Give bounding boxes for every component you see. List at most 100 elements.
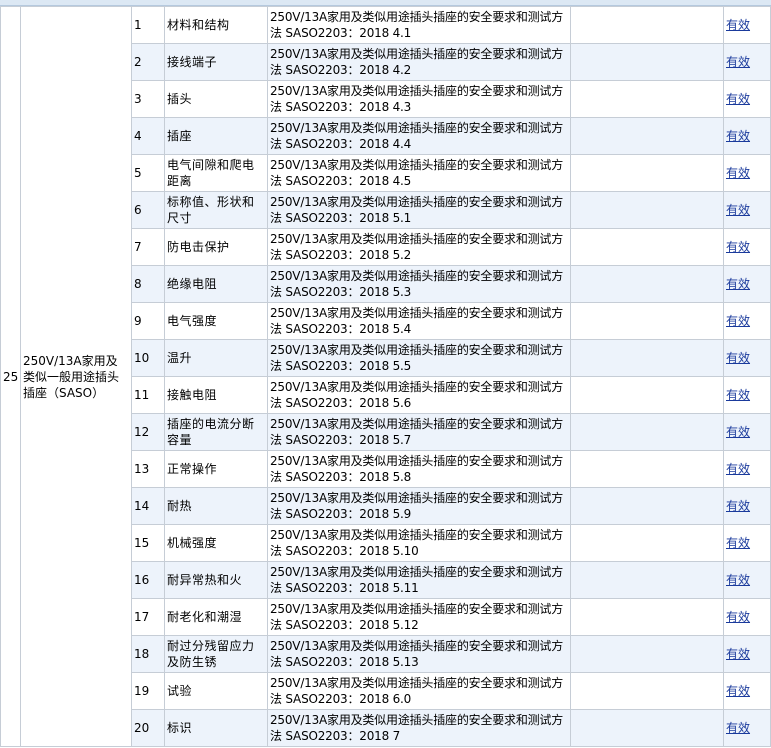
test-item-cell: 接线端子 [164,43,268,81]
status-cell: 有效 [723,413,771,451]
empty-cell [570,302,724,340]
item-number-cell: 19 [131,672,165,710]
empty-cell [570,80,724,118]
status-cell: 有效 [723,376,771,414]
item-number-cell: 7 [131,228,165,266]
test-item-cell: 电气强度 [164,302,268,340]
test-item-cell: 绝缘电阻 [164,265,268,303]
item-number-cell: 11 [131,376,165,414]
empty-cell [570,339,724,377]
status-valid-link[interactable]: 有效 [726,277,750,291]
empty-cell [570,191,724,229]
status-cell: 有效 [723,228,771,266]
item-number-cell: 15 [131,524,165,562]
test-item-cell: 材料和结构 [164,6,268,44]
item-number-cell: 18 [131,635,165,673]
status-cell: 有效 [723,339,771,377]
test-item-cell: 耐热 [164,487,268,525]
status-cell: 有效 [723,598,771,636]
standard-cell: 250V/13A家用及类似用途插头插座的安全要求和测试方法 SASO2203：2… [267,413,571,451]
status-cell: 有效 [723,709,771,747]
item-number-cell: 5 [131,154,165,192]
test-item-cell: 防电击保护 [164,228,268,266]
status-valid-link[interactable]: 有效 [726,129,750,143]
empty-cell [570,709,724,747]
empty-cell [570,561,724,599]
standard-cell: 250V/13A家用及类似用途插头插座的安全要求和测试方法 SASO2203：2… [267,117,571,155]
status-valid-link[interactable]: 有效 [726,684,750,698]
status-valid-link[interactable]: 有效 [726,425,750,439]
status-valid-link[interactable]: 有效 [726,18,750,32]
status-cell: 有效 [723,6,771,44]
status-valid-link[interactable]: 有效 [726,92,750,106]
standard-cell: 250V/13A家用及类似用途插头插座的安全要求和测试方法 SASO2203：2… [267,339,571,377]
status-valid-link[interactable]: 有效 [726,166,750,180]
status-valid-link[interactable]: 有效 [726,314,750,328]
standard-cell: 250V/13A家用及类似用途插头插座的安全要求和测试方法 SASO2203：2… [267,302,571,340]
status-cell: 有效 [723,487,771,525]
item-number-cell: 16 [131,561,165,599]
test-item-cell: 试验 [164,672,268,710]
status-valid-link[interactable]: 有效 [726,573,750,587]
test-item-cell: 正常操作 [164,450,268,488]
test-items-table: 25 250V/13A家用及类似一般用途插头插座（SASO） 1 材料和结构 250V/… [0,6,771,747]
status-cell: 有效 [723,117,771,155]
test-item-cell: 温升 [164,339,268,377]
status-valid-link[interactable]: 有效 [726,721,750,735]
standard-cell: 250V/13A家用及类似用途插头插座的安全要求和测试方法 SASO2203：2… [267,43,571,81]
standard-cell: 250V/13A家用及类似用途插头插座的安全要求和测试方法 SASO2203：2… [267,228,571,266]
item-number-cell: 4 [131,117,165,155]
test-item-cell: 标识 [164,709,268,747]
standard-cell: 250V/13A家用及类似用途插头插座的安全要求和测试方法 SASO2203：2… [267,154,571,192]
status-cell: 有效 [723,302,771,340]
status-cell: 有效 [723,191,771,229]
table-body: 25 250V/13A家用及类似一般用途插头插座（SASO） 1 材料和结构 250V/… [0,6,771,747]
status-valid-link[interactable]: 有效 [726,203,750,217]
table-row: 25 250V/13A家用及类似一般用途插头插座（SASO） 1 材料和结构 250V/… [0,6,771,747]
status-valid-link[interactable]: 有效 [726,351,750,365]
empty-cell [570,672,724,710]
status-valid-link[interactable]: 有效 [726,388,750,402]
empty-cell [570,450,724,488]
empty-cell [570,43,724,81]
status-cell: 有效 [723,450,771,488]
test-item-cell: 标称值、形状和尺寸 [164,191,268,229]
item-number-cell: 6 [131,191,165,229]
test-item-cell: 耐异常热和火 [164,561,268,599]
standard-cell: 250V/13A家用及类似用途插头插座的安全要求和测试方法 SASO2203：2… [267,709,571,747]
status-cell: 有效 [723,635,771,673]
product-name-cell: 250V/13A家用及类似一般用途插头插座（SASO） [20,6,132,747]
standard-cell: 250V/13A家用及类似用途插头插座的安全要求和测试方法 SASO2203：2… [267,191,571,229]
status-cell: 有效 [723,80,771,118]
item-number-cell: 20 [131,709,165,747]
status-valid-link[interactable]: 有效 [726,462,750,476]
status-valid-link[interactable]: 有效 [726,610,750,624]
status-valid-link[interactable]: 有效 [726,240,750,254]
empty-cell [570,6,724,44]
group-seq-cell: 25 [0,6,21,747]
item-number-cell: 3 [131,80,165,118]
standard-cell: 250V/13A家用及类似用途插头插座的安全要求和测试方法 SASO2203：2… [267,598,571,636]
empty-cell [570,265,724,303]
status-valid-link[interactable]: 有效 [726,536,750,550]
status-valid-link[interactable]: 有效 [726,55,750,69]
empty-cell [570,154,724,192]
status-valid-link[interactable]: 有效 [726,499,750,513]
standard-cell: 250V/13A家用及类似用途插头插座的安全要求和测试方法 SASO2203：2… [267,524,571,562]
empty-cell [570,117,724,155]
status-cell: 有效 [723,672,771,710]
item-number-cell: 10 [131,339,165,377]
standard-cell: 250V/13A家用及类似用途插头插座的安全要求和测试方法 SASO2203：2… [267,672,571,710]
item-number-cell: 13 [131,450,165,488]
status-cell: 有效 [723,561,771,599]
status-cell: 有效 [723,524,771,562]
test-item-cell: 耐老化和潮湿 [164,598,268,636]
item-number-cell: 2 [131,43,165,81]
standard-cell: 250V/13A家用及类似用途插头插座的安全要求和测试方法 SASO2203：2… [267,635,571,673]
status-valid-link[interactable]: 有效 [726,647,750,661]
test-item-cell: 机械强度 [164,524,268,562]
test-item-cell: 电气间隙和爬电距离 [164,154,268,192]
standard-cell: 250V/13A家用及类似用途插头插座的安全要求和测试方法 SASO2203：2… [267,376,571,414]
item-number-cell: 14 [131,487,165,525]
test-item-cell: 接触电阻 [164,376,268,414]
